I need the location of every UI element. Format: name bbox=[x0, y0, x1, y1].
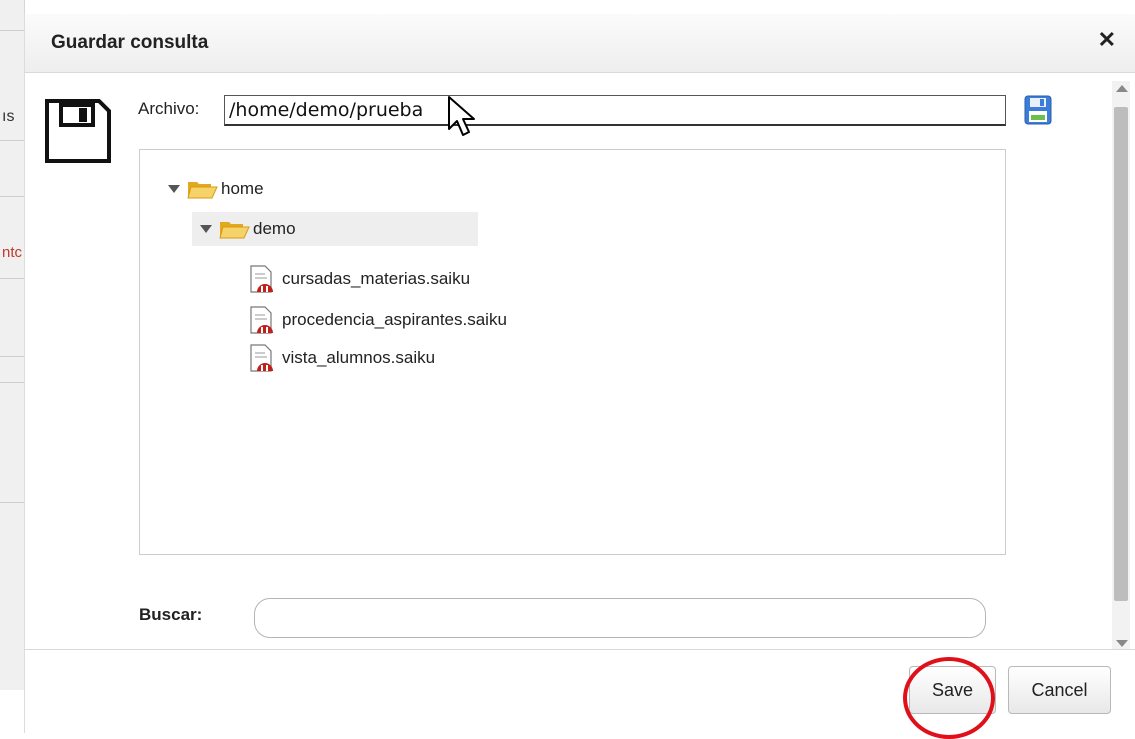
folder-open-icon bbox=[219, 222, 250, 239]
dialog-title: Guardar consulta bbox=[51, 32, 209, 53]
tree-node-label: demo bbox=[253, 219, 296, 238]
saiku-file-icon bbox=[250, 265, 273, 293]
archivo-label: Archivo: bbox=[138, 99, 200, 118]
dialog-body: Archivo: home bbox=[25, 73, 1135, 649]
tree-node-demo[interactable]: demo bbox=[192, 212, 478, 246]
save-query-dialog: Guardar consulta ✕ Archivo: /home/demo/p… bbox=[24, 14, 1135, 739]
tree-node-label: home bbox=[221, 179, 264, 198]
saiku-file-icon bbox=[250, 306, 273, 334]
bg-fragment-link: ntc bbox=[2, 244, 23, 261]
bg-divider bbox=[0, 278, 24, 279]
tree-file-item[interactable]: procedencia_aspirantes.saiku bbox=[248, 305, 507, 335]
floppy-disk-icon bbox=[45, 99, 111, 163]
close-icon[interactable]: ✕ bbox=[1098, 28, 1116, 52]
dialog-footer: Save Cancel bbox=[25, 649, 1135, 739]
bg-fragment-text: ıs bbox=[2, 108, 15, 125]
mouse-cursor-icon bbox=[448, 96, 475, 136]
file-label: cursadas_materias.saiku bbox=[282, 269, 471, 288]
bg-divider bbox=[0, 502, 24, 503]
folder-open-icon bbox=[187, 182, 218, 199]
scrollbar-thumb[interactable] bbox=[1114, 107, 1128, 601]
save-icon[interactable] bbox=[1024, 95, 1052, 125]
expand-arrow-icon[interactable] bbox=[168, 185, 180, 193]
bg-divider bbox=[0, 196, 24, 197]
bg-divider bbox=[0, 140, 24, 141]
dialog-scrollbar[interactable] bbox=[1112, 81, 1130, 649]
saiku-file-icon bbox=[250, 344, 273, 372]
tree-node-home[interactable]: home bbox=[168, 176, 264, 202]
expand-arrow-icon[interactable] bbox=[200, 225, 212, 233]
cancel-button[interactable]: Cancel bbox=[1008, 666, 1111, 714]
file-label: vista_alumnos.saiku bbox=[282, 348, 436, 367]
file-label: procedencia_aspirantes.saiku bbox=[282, 310, 507, 329]
bg-divider bbox=[0, 356, 24, 357]
scroll-up-icon[interactable] bbox=[1116, 85, 1128, 92]
archivo-input[interactable] bbox=[224, 95, 1006, 126]
tree-file-item[interactable]: vista_alumnos.saiku bbox=[248, 343, 435, 373]
dialog-titlebar: Guardar consulta ✕ bbox=[25, 14, 1135, 73]
tree-file-item[interactable]: cursadas_materias.saiku bbox=[248, 264, 470, 294]
search-input[interactable] bbox=[254, 598, 986, 638]
buscar-label: Buscar: bbox=[139, 605, 203, 624]
file-tree: home demo cursadas_materias.saiku proced… bbox=[139, 149, 1006, 555]
background-app-strip: ıs ntc bbox=[0, 0, 25, 690]
bg-divider bbox=[0, 382, 24, 383]
bg-divider bbox=[0, 30, 24, 31]
save-button[interactable]: Save bbox=[909, 666, 996, 714]
scroll-down-icon[interactable] bbox=[1116, 640, 1128, 647]
